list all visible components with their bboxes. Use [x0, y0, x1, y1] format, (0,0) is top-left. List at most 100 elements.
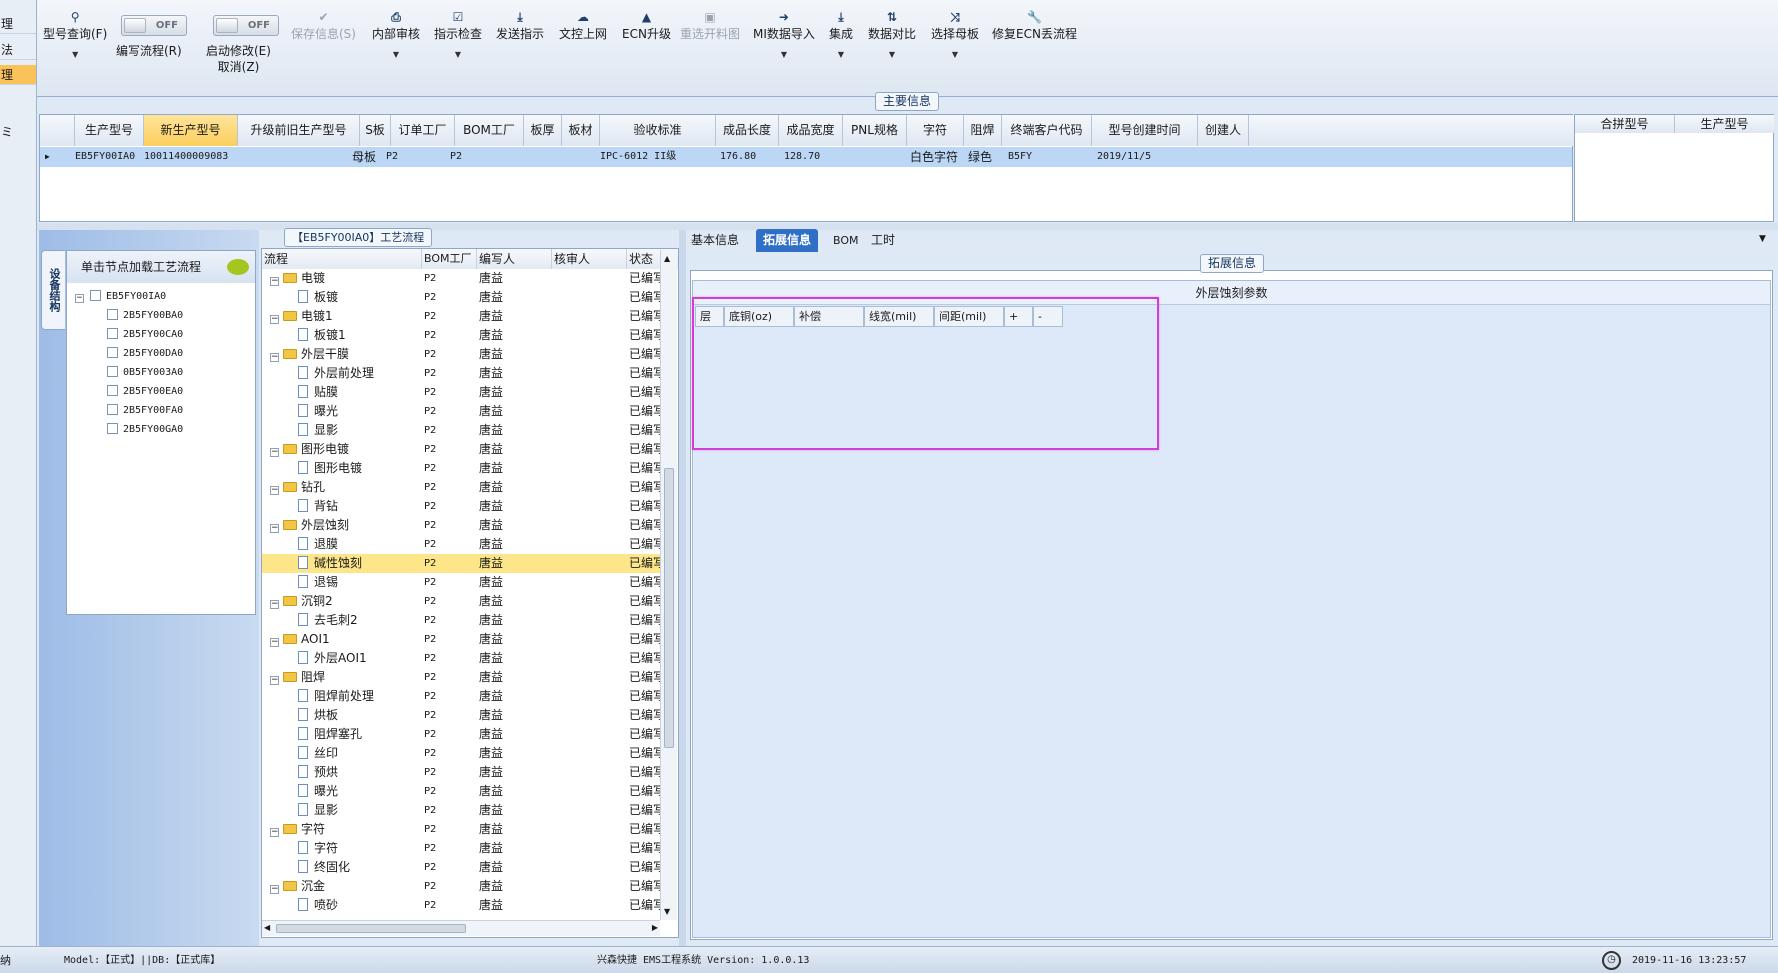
grid-header[interactable]: 板材	[562, 115, 600, 146]
chevron-down-icon[interactable]: ▼	[931, 50, 979, 60]
save-info-button[interactable]: ✔ 保存信息(S)	[291, 10, 356, 42]
flow-row[interactable]: − 外层干膜 P2 唐益 已编写	[262, 345, 665, 364]
left-nav-item-active[interactable]: 理	[0, 65, 36, 85]
chevron-down-icon[interactable]: ▼	[434, 50, 482, 60]
flow-row[interactable]: 阻焊前处理 P2 唐益 已编写	[262, 687, 665, 706]
doc-online-button[interactable]: ☁ 文控上网	[559, 10, 607, 42]
integrate-button[interactable]: ⤓ 集成 ▼	[829, 10, 853, 60]
instruction-check-button[interactable]: ☑ 指示检查 ▼	[434, 10, 482, 60]
collapse-icon[interactable]: −	[270, 885, 279, 894]
vertical-splitter[interactable]	[679, 230, 686, 946]
grid-header[interactable]: PNL规格	[843, 115, 907, 146]
grid-header[interactable]: 成品长度	[716, 115, 779, 146]
grid-header[interactable]: BOM工厂	[455, 115, 524, 146]
flow-row[interactable]: 图形电镀 P2 唐益 已编写	[262, 459, 665, 478]
grid-header[interactable]: 新生产型号	[144, 115, 238, 146]
flow-row[interactable]: 退膜 P2 唐益 已编写	[262, 535, 665, 554]
collapse-icon[interactable]: −	[270, 524, 279, 533]
tab-extended-info[interactable]: 拓展信息	[756, 229, 819, 252]
flow-row[interactable]: − 图形电镀 P2 唐益 已编写	[262, 440, 665, 459]
flow-row[interactable]: − 沉铜2 P2 唐益 已编写	[262, 592, 665, 611]
flow-row[interactable]: − 字符 P2 唐益 已编写	[262, 820, 665, 839]
left-nav-item[interactable]: ミ	[0, 122, 36, 142]
grid-header[interactable]: 创建人	[1198, 115, 1249, 146]
tree-root-node[interactable]: − EB5FY00IA0	[75, 288, 166, 306]
grid-header[interactable]: 订单工厂	[391, 115, 455, 146]
grid-header[interactable]: 型号创建时间	[1092, 115, 1198, 146]
flow-row[interactable]: 预烘 P2 唐益 已编写	[262, 763, 665, 782]
left-nav-item[interactable]: 法	[0, 40, 36, 60]
tab-bom[interactable]: BOM	[826, 229, 866, 252]
flow-row[interactable]: 曝光 P2 唐益 已编写	[262, 782, 665, 801]
tab-basic-info[interactable]: 基本信息	[684, 229, 746, 252]
grid-header[interactable]: 字符	[907, 115, 964, 146]
flow-row[interactable]: − 阻焊 P2 唐益 已编写	[262, 668, 665, 687]
flow-row[interactable]: 去毛刺2 P2 唐益 已编写	[262, 611, 665, 630]
tree-node[interactable]: 2B5FY00BA0	[107, 307, 183, 325]
chevron-down-icon[interactable]: ▼	[372, 50, 420, 60]
tree-node[interactable]: 2B5FY00FA0	[107, 402, 183, 420]
flow-row[interactable]: 烘板 P2 唐益 已编写	[262, 706, 665, 725]
collapse-icon[interactable]: −	[270, 600, 279, 609]
device-structure-tab[interactable]: 设备结构	[41, 250, 65, 330]
grid-header[interactable]: 验收标准	[600, 115, 716, 146]
grid-header[interactable]: 终端客户代码	[1002, 115, 1092, 146]
collapse-icon[interactable]: −	[270, 676, 279, 685]
flow-row[interactable]: 外层AOI1 P2 唐益 已编写	[262, 649, 665, 668]
grid-header[interactable]: 阻焊	[964, 115, 1002, 146]
chevron-down-icon[interactable]: ▼	[868, 50, 916, 60]
send-instruction-button[interactable]: ⤓ 发送指示	[496, 10, 544, 42]
flow-row[interactable]: − 电镀 P2 唐益 已编写	[262, 269, 665, 288]
grid-header[interactable]: 板厚	[524, 115, 562, 146]
collapse-icon[interactable]: −	[270, 315, 279, 324]
horizontal-scrollbar[interactable]: ◀ ▶	[262, 920, 660, 936]
flow-row[interactable]: − 沉金 P2 唐益 已编写	[262, 877, 665, 896]
flow-row[interactable]: 阻焊塞孔 P2 唐益 已编写	[262, 725, 665, 744]
flow-row[interactable]: 贴膜 P2 唐益 已编写	[262, 383, 665, 402]
vertical-scrollbar[interactable]: ▲ ▼	[660, 250, 677, 920]
flow-row[interactable]: − AOI1 P2 唐益 已编写	[262, 630, 665, 649]
collapse-icon[interactable]: −	[270, 448, 279, 457]
checkbox[interactable]	[107, 366, 118, 377]
grid-header[interactable]: 生产型号	[75, 115, 144, 146]
fix-ecn-flow-button[interactable]: 🔧 修复ECN丢流程	[992, 10, 1077, 42]
grid-header[interactable]: 成品宽度	[779, 115, 843, 146]
tree-node[interactable]: 0B5FY003A0	[107, 364, 183, 382]
grid-header[interactable]: 合拼型号	[1575, 115, 1675, 133]
chevron-down-icon[interactable]: ▼	[753, 50, 815, 60]
tab-work-hours[interactable]: 工时	[864, 229, 902, 252]
flow-row[interactable]: 丝印 P2 唐益 已编写	[262, 744, 665, 763]
chevron-down-icon[interactable]: ▼	[43, 50, 107, 60]
flow-row[interactable]: 显影 P2 唐益 已编写	[262, 801, 665, 820]
grid-header[interactable]: 升级前旧生产型号	[238, 115, 360, 146]
internal-review-button[interactable]: ⎙ 内部审核 ▼	[372, 10, 420, 60]
flow-header[interactable]: BOM工厂	[422, 249, 477, 269]
checkbox[interactable]	[107, 347, 118, 358]
chat-bubble-icon[interactable]	[227, 259, 249, 275]
flow-row[interactable]: 板镀 P2 唐益 已编写	[262, 288, 665, 307]
start-modify-toggle[interactable]: OFF	[213, 15, 279, 36]
collapse-icon[interactable]: −	[270, 828, 279, 837]
flow-row[interactable]: 碱性蚀刻 P2 唐益 已编写	[262, 554, 665, 573]
flow-row[interactable]: 退锡 P2 唐益 已编写	[262, 573, 665, 592]
collapse-icon[interactable]: −	[270, 277, 279, 286]
collapse-icon[interactable]: −	[270, 486, 279, 495]
left-nav-item[interactable]: 理	[0, 14, 36, 34]
flow-row[interactable]: 字符 P2 唐益 已编写	[262, 839, 665, 858]
tree-node[interactable]: 2B5FY00GA0	[107, 421, 183, 439]
flow-row[interactable]: 喷砂 P2 唐益 已编写	[262, 896, 665, 915]
flow-header[interactable]: 编写人	[477, 249, 552, 269]
flow-row[interactable]: − 钻孔 P2 唐益 已编写	[262, 478, 665, 497]
flow-row[interactable]: 显影 P2 唐益 已编写	[262, 421, 665, 440]
collapse-icon[interactable]: −	[270, 638, 279, 647]
tree-node[interactable]: 2B5FY00DA0	[107, 345, 183, 363]
chevron-down-icon[interactable]: ▼	[1759, 234, 1766, 244]
data-compare-button[interactable]: ⇅ 数据对比 ▼	[868, 10, 916, 60]
ecn-upgrade-button[interactable]: ▲ ECN升级	[622, 10, 671, 42]
grid-header[interactable]: 生产型号	[1675, 115, 1774, 133]
edit-flow-toggle[interactable]: OFF	[121, 15, 187, 36]
mi-data-import-button[interactable]: ➜ MI数据导入 ▼	[753, 10, 815, 60]
checkbox[interactable]	[107, 423, 118, 434]
model-query-button[interactable]: ⚲ 型号查询(F) ▼	[43, 10, 107, 60]
flow-row[interactable]: 外层前处理 P2 唐益 已编写	[262, 364, 665, 383]
